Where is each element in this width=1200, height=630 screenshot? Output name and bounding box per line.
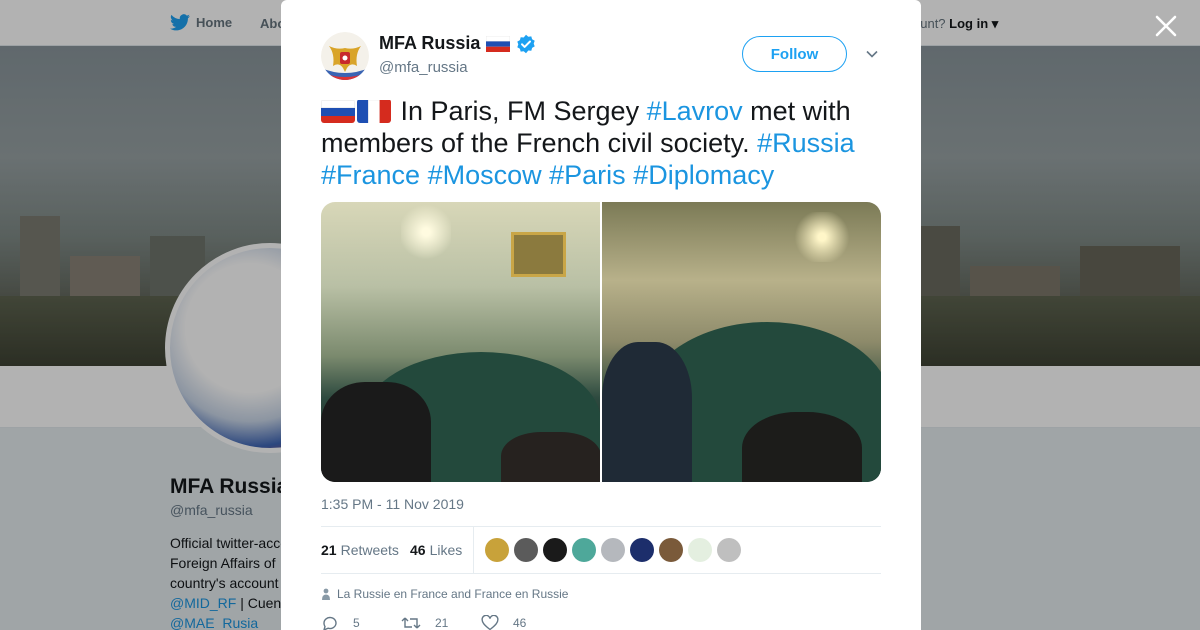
author-handle[interactable]: @mfa_russia [379, 59, 468, 76]
tweet-photo-1[interactable] [321, 202, 600, 482]
retweet-count: 21 [435, 616, 449, 630]
close-icon[interactable] [1152, 12, 1180, 40]
liker-avatar[interactable] [688, 538, 712, 562]
tweet-timestamp[interactable]: 1:35 PM - 11 Nov 2019 [321, 496, 464, 512]
tweet-stats: 21 Retweets 46 Likes [321, 526, 881, 574]
person-icon [322, 588, 330, 600]
like-button[interactable]: 46 [481, 615, 561, 630]
retweets-stat[interactable]: 21 Retweets [321, 542, 399, 558]
hashtag-moscow[interactable]: #Moscow [428, 160, 542, 190]
follow-button[interactable]: Follow [742, 36, 847, 72]
author-name-row: MFA Russia [379, 33, 536, 54]
hashtag-russia[interactable]: #Russia [757, 128, 855, 158]
author-avatar[interactable] [321, 32, 369, 80]
liker-avatar[interactable] [485, 538, 509, 562]
france-flag-emoji-icon [357, 99, 391, 123]
tweet-text: In Paris, FM Sergey #Lavrov met with mem… [321, 96, 855, 190]
context-text[interactable]: La Russie en France and France en Russie [337, 587, 568, 601]
liker-avatar[interactable] [717, 538, 741, 562]
liker-avatar[interactable] [630, 538, 654, 562]
like-count: 46 [513, 616, 527, 630]
author-display-name[interactable]: MFA Russia [379, 33, 480, 54]
hashtag-paris[interactable]: #Paris [549, 160, 626, 190]
russia-flag-emoji-icon [321, 99, 355, 123]
liker-avatar[interactable] [572, 538, 596, 562]
heart-icon [481, 615, 499, 630]
tweet-actions: 5 21 46 [321, 615, 561, 630]
reply-button[interactable]: 5 [321, 615, 401, 630]
hashtag-diplomacy[interactable]: #Diplomacy [633, 160, 774, 190]
tweet-modal: MFA Russia @mfa_russia Follow In Paris, … [281, 0, 921, 630]
reply-icon [323, 616, 337, 630]
likes-stat[interactable]: 46 Likes [410, 542, 462, 558]
tweet-photo-2[interactable] [602, 202, 881, 482]
retweet-button[interactable]: 21 [401, 615, 481, 630]
chevron-down-icon[interactable] [865, 47, 879, 61]
liker-avatar[interactable] [514, 538, 538, 562]
russia-flag-icon [486, 35, 511, 52]
tweet-media [321, 202, 881, 482]
liker-avatar[interactable] [659, 538, 683, 562]
liker-avatar[interactable] [601, 538, 625, 562]
stats-divider [473, 527, 474, 573]
verified-badge-icon [517, 34, 536, 53]
liker-avatar[interactable] [543, 538, 567, 562]
reply-count: 5 [353, 616, 360, 630]
retweet-icon [401, 617, 421, 629]
hashtag-france[interactable]: #France [321, 160, 420, 190]
tweet-context: La Russie en France and France en Russie [321, 587, 568, 601]
hashtag-lavrov[interactable]: #Lavrov [647, 96, 743, 126]
likers-avatars [485, 538, 741, 562]
coat-of-arms-icon [321, 32, 369, 80]
